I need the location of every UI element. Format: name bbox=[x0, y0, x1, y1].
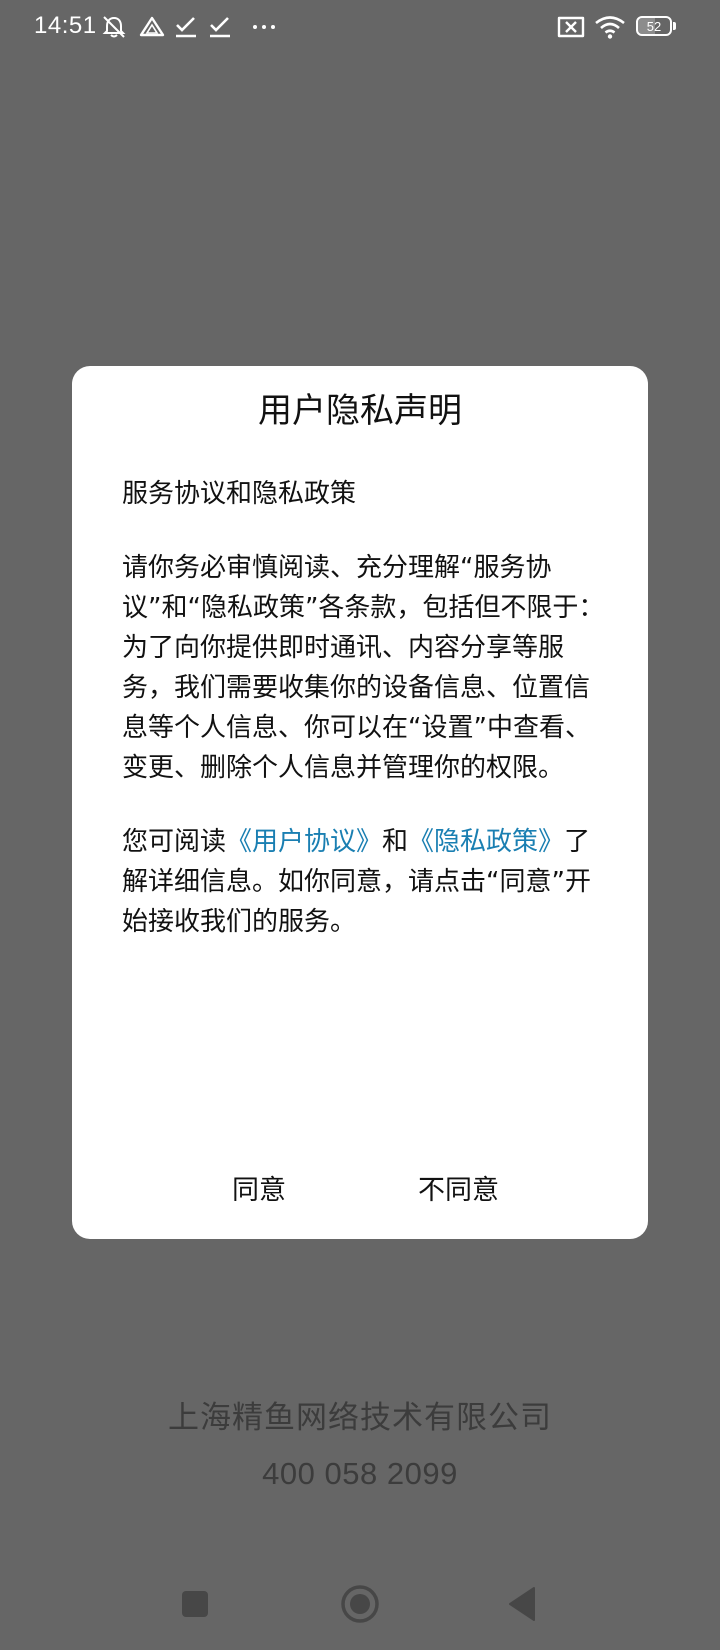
more-dots-icon bbox=[250, 14, 278, 40]
user-agreement-link[interactable]: 《用户协议》 bbox=[226, 827, 382, 857]
company-name: 上海精鱼网络技术有限公司 bbox=[168, 1400, 552, 1436]
dialog-title: 用户隐私声明 bbox=[258, 391, 462, 431]
recents-square-icon[interactable] bbox=[171, 1580, 219, 1628]
status-time: 14:51 bbox=[34, 12, 97, 39]
battery-body: 52 bbox=[636, 16, 672, 36]
dialog-subtitle: 服务协议和隐私政策 bbox=[122, 479, 357, 509]
dialog-body: 服务协议和隐私政策 请你务必审慎阅读、充分理解“服务协议”和“隐私政策”各条款，… bbox=[122, 474, 608, 942]
links-paragraph: 您可阅读《用户协议》和《隐私政策》了解详细信息。如你同意，请点击“同意”开始接收… bbox=[122, 822, 608, 942]
privacy-policy-link[interactable]: 《隐私政策》 bbox=[408, 827, 564, 857]
sim-missing-icon bbox=[556, 14, 586, 40]
download-done-icon bbox=[172, 14, 200, 40]
agree-button[interactable]: 同意 bbox=[222, 1167, 296, 1215]
privacy-statement-paragraph: 请你务必审慎阅读、充分理解“服务协议”和“隐私政策”各条款，包括但不限于：为了向… bbox=[122, 553, 605, 783]
status-bar: 14:51 52 bbox=[0, 0, 720, 56]
links-paragraph-and: 和 bbox=[382, 827, 409, 857]
back-triangle-icon[interactable] bbox=[500, 1580, 548, 1628]
disagree-button[interactable]: 不同意 bbox=[408, 1167, 509, 1215]
battery-icon: 52 bbox=[636, 16, 676, 38]
battery-level: 52 bbox=[646, 18, 662, 34]
download-done-icon bbox=[206, 14, 234, 40]
battery-nub bbox=[673, 22, 676, 30]
notifications-muted-icon bbox=[100, 14, 128, 40]
dialog-button-row: 同意 不同意 bbox=[72, 1167, 648, 1217]
drive-icon bbox=[138, 14, 166, 40]
links-paragraph-prefix: 您可阅读 bbox=[122, 827, 227, 857]
privacy-dialog: 用户隐私声明 服务协议和隐私政策 请你务必审慎阅读、充分理解“服务协议”和“隐私… bbox=[72, 366, 648, 1239]
home-circle-icon[interactable] bbox=[336, 1580, 384, 1628]
wifi-icon bbox=[594, 14, 626, 40]
company-phone: 400 058 2099 bbox=[262, 1456, 458, 1491]
